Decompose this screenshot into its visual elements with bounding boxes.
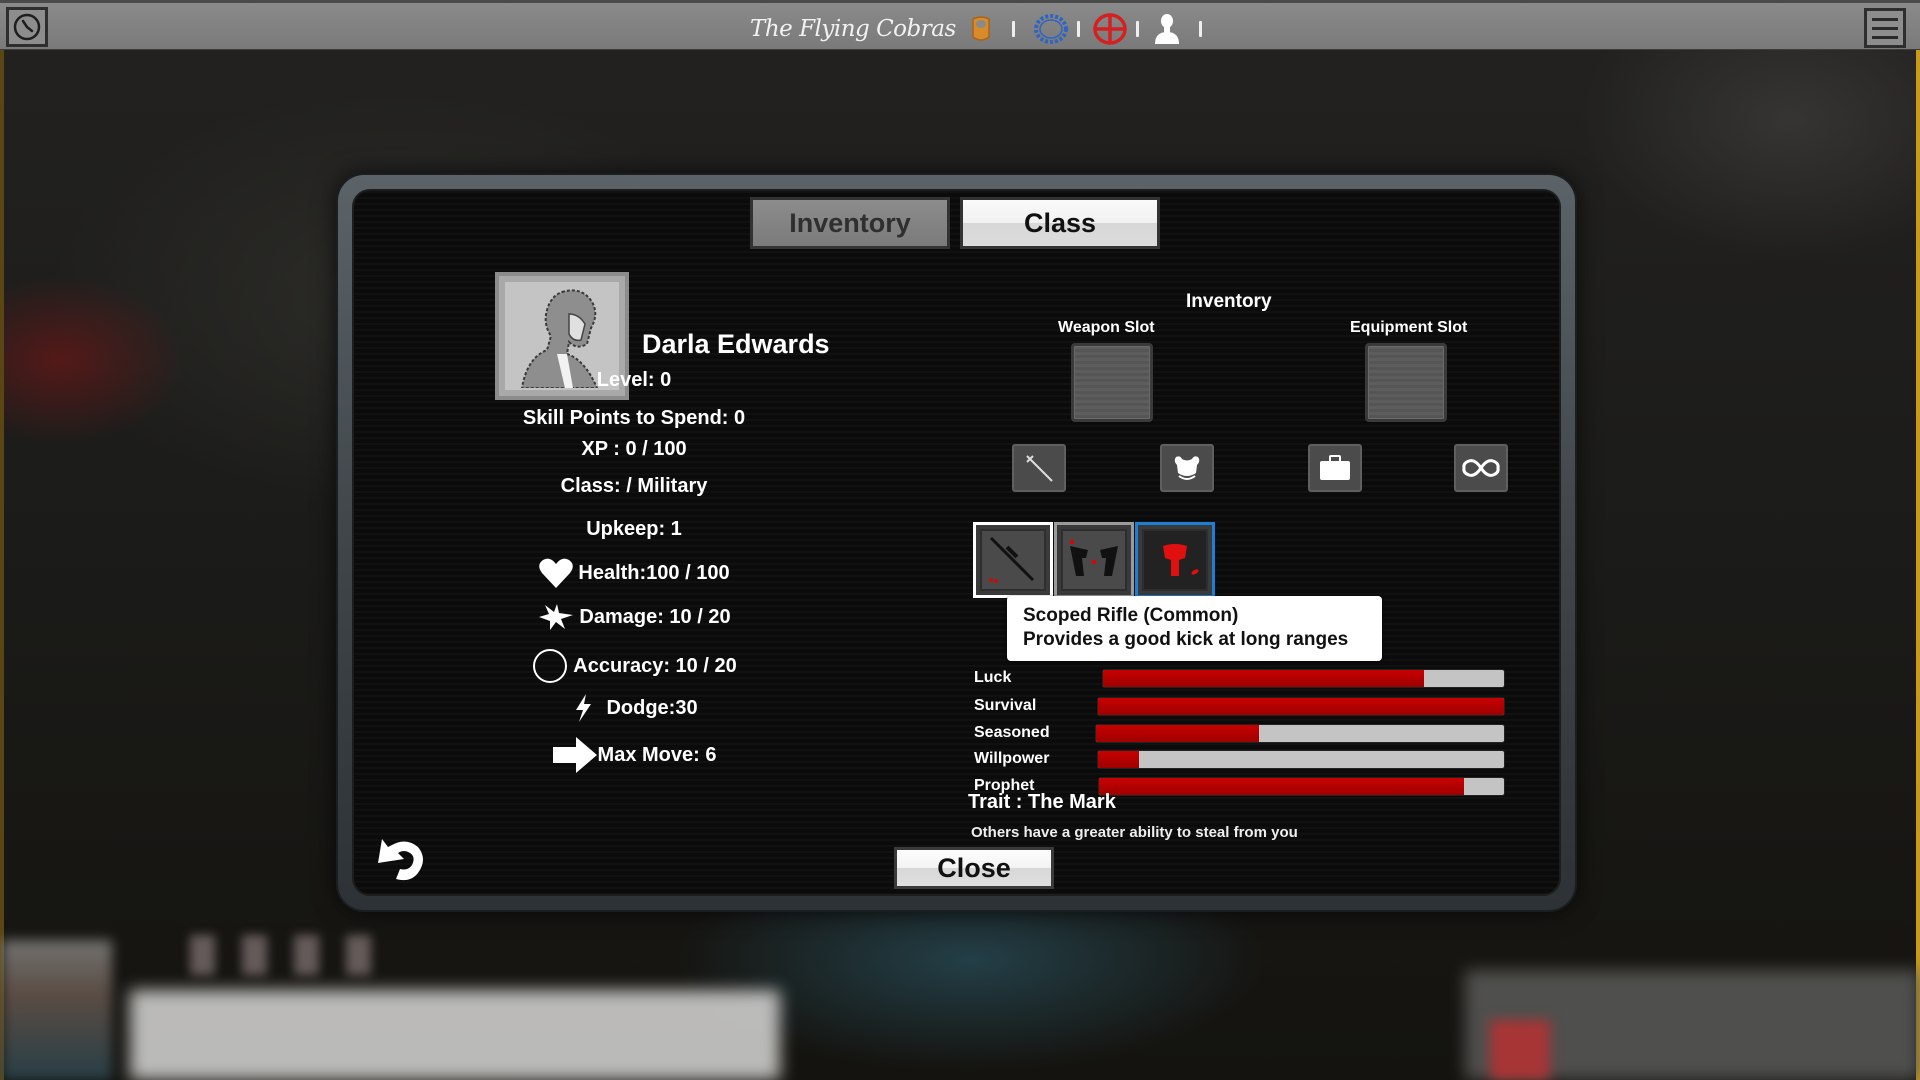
team-status: The Flying Cobras [750, 11, 1208, 47]
circle-target-icon [533, 649, 568, 683]
hamburger-menu-icon [1872, 17, 1898, 21]
explosion-icon [539, 604, 574, 630]
separator [1011, 21, 1015, 37]
item-card-inner [1061, 529, 1127, 591]
stat-max-move-label: Max Move: 6 [597, 743, 717, 766]
armor-icon [1174, 456, 1200, 480]
stat-health-label: Health:100 / 100 [578, 561, 730, 584]
background-action-button [1490, 1020, 1550, 1080]
stat-dodge: Dodge:30 [434, 693, 834, 723]
background-action-points [190, 935, 390, 975]
undo-arrow-icon [378, 839, 423, 881]
character-name: Darla Edwards [642, 329, 830, 359]
filter-armor-button[interactable] [1160, 444, 1214, 492]
hamburger-line [1872, 35, 1898, 39]
inventory-title: Inventory [1186, 291, 1272, 312]
tooltip-title: Scoped Rifle (Common) [1023, 605, 1239, 626]
skill-row-survival: Survival [974, 695, 1504, 717]
character-dialog: Inventory Class Darla Edwards Level: 0 S… [338, 175, 1575, 910]
background-unit-portrait [2, 940, 112, 1080]
upkeep-text: Upkeep: 1 [586, 518, 682, 540]
skill-bar-fill [1096, 725, 1260, 742]
weapon-slot[interactable] [1071, 343, 1153, 422]
skill-bar-fill [1099, 778, 1464, 795]
rifle-icon [989, 536, 1035, 583]
hamburger-line [1872, 26, 1898, 30]
tooltip-description: Provides a good kick at long ranges [1023, 629, 1349, 650]
skill-bar-fill [1103, 670, 1424, 687]
skill-bar-fill [1098, 751, 1139, 768]
skill-bar [1098, 751, 1504, 768]
lightning-icon [576, 694, 592, 722]
skill-bar-fill [1098, 698, 1504, 715]
item-card-inner [980, 529, 1046, 591]
skill-row-luck: Luck [974, 667, 1504, 689]
gear-badge-icon[interactable] [1031, 12, 1071, 46]
stat-accuracy-label: Accuracy: 10 / 20 [573, 654, 737, 677]
level-text: Level: 0 [596, 369, 672, 391]
background-edge-left [0, 50, 4, 1080]
trait-description: Others have a greater ability to steal f… [971, 824, 1298, 841]
separator [1135, 21, 1139, 37]
tab-inventory[interactable]: Inventory [750, 197, 950, 249]
skill-row-seasoned: Seasoned [974, 722, 1504, 744]
filter-all-button[interactable] [1454, 444, 1508, 492]
briefcase-icon [1320, 455, 1350, 480]
item-card-dual-pistols[interactable] [1054, 522, 1134, 598]
infinity-icon [1462, 459, 1500, 477]
filter-equipment-button[interactable] [1308, 444, 1362, 492]
stat-damage-label: Damage: 10 / 20 [579, 605, 731, 628]
person-icon[interactable] [1151, 12, 1183, 46]
skill-row-willpower: Willpower [974, 748, 1504, 770]
close-button[interactable]: Close [894, 847, 1054, 889]
trait-title: Trait : The Mark [968, 791, 1116, 813]
background-edge-right [1916, 50, 1920, 1080]
arrow-right-icon [552, 737, 597, 773]
tab-class[interactable]: Class [960, 197, 1160, 249]
skill-label: Survival [974, 697, 1037, 714]
skill-bar [1098, 698, 1504, 715]
heart-icon [539, 558, 574, 588]
item-card-armor-vest[interactable] [1135, 522, 1215, 598]
separator [1076, 21, 1080, 37]
top-bar: The Flying Cobras [0, 0, 1920, 50]
skill-label: Willpower [974, 750, 1050, 767]
skill-label: Luck [974, 669, 1012, 686]
character-dialog-body: Inventory Class Darla Edwards Level: 0 S… [352, 189, 1561, 896]
class-text: Class: / Military [560, 475, 708, 497]
stat-max-move: Max Move: 6 [434, 736, 834, 774]
separator [1198, 21, 1202, 37]
background-info-panel [130, 990, 780, 1080]
stat-damage: Damage: 10 / 20 [434, 603, 834, 631]
clock-button[interactable] [6, 7, 48, 47]
item-tooltip: Scoped Rifle (Common) Provides a good ki… [1007, 596, 1382, 661]
equipment-slot[interactable] [1365, 343, 1447, 422]
item-card-scoped-rifle[interactable] [973, 522, 1053, 598]
team-name: The Flying Cobras [750, 16, 956, 42]
pistols-icon [1069, 539, 1118, 576]
skill-points-text: Skill Points to Spend: 0 [522, 407, 746, 429]
shield-icon[interactable] [966, 14, 996, 44]
weapon-slot-label: Weapon Slot [1058, 319, 1155, 336]
stat-accuracy: Accuracy: 10 / 20 [434, 647, 834, 685]
stat-health: Health:100 / 100 [434, 557, 834, 589]
menu-button[interactable] [1864, 8, 1906, 48]
filter-weapons-button[interactable] [1012, 444, 1066, 492]
item-card-inner [1142, 529, 1208, 591]
back-button[interactable] [372, 831, 430, 889]
vest-icon [1163, 544, 1199, 576]
xp-text: XP : 0 / 100 [581, 438, 687, 460]
skill-label: Seasoned [974, 724, 1050, 741]
skill-bar [1096, 725, 1504, 742]
crosshair-badge-icon[interactable] [1090, 12, 1130, 46]
skill-bar [1099, 778, 1504, 795]
clock-icon [13, 13, 41, 41]
sword-icon [1026, 455, 1053, 482]
equipment-slot-label: Equipment Slot [1350, 319, 1468, 336]
stat-dodge-label: Dodge:30 [606, 696, 698, 719]
skill-bar [1103, 670, 1504, 687]
